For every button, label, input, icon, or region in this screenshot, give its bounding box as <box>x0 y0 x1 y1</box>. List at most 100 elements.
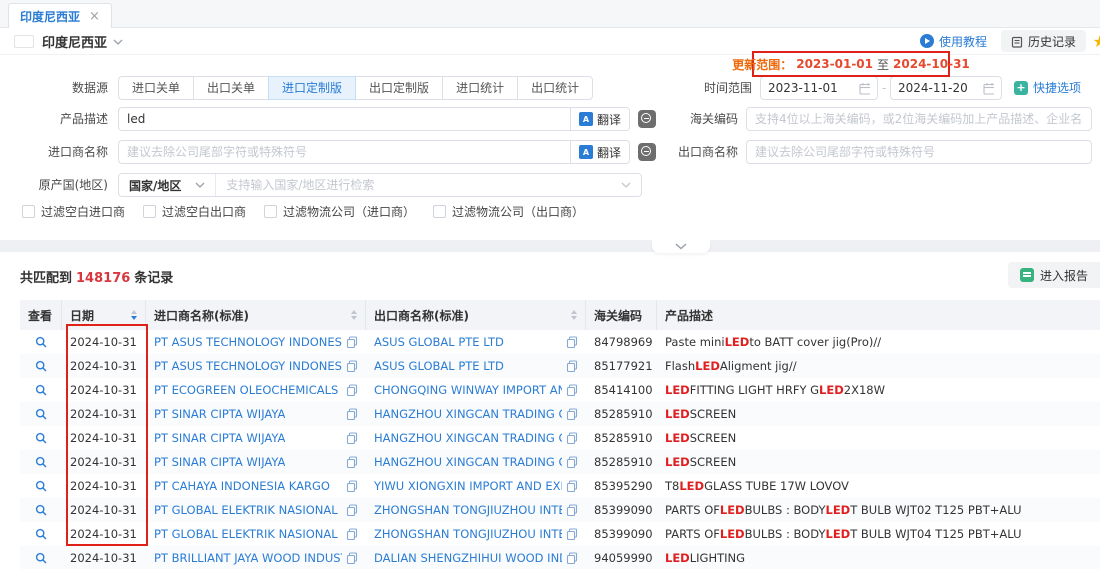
exporter-link-text[interactable]: HANGZHOU XINGCAN TRADING CO LTD <box>374 407 562 421</box>
product-desc-input[interactable] <box>119 108 570 130</box>
customs-code-input[interactable] <box>747 108 1091 130</box>
copy-icon[interactable] <box>566 432 578 444</box>
search-icon[interactable] <box>35 384 48 397</box>
importer-link[interactable]: PT SINAR CIPTA WIJAYA <box>146 450 366 474</box>
copy-icon[interactable] <box>346 456 358 468</box>
enter-report-button[interactable]: 进入报告 <box>1008 262 1100 288</box>
copy-icon[interactable] <box>566 480 578 492</box>
exporter-link[interactable]: ASUS GLOBAL PTE LTD <box>366 330 586 354</box>
copy-icon[interactable] <box>346 432 358 444</box>
view-record-button[interactable] <box>20 378 62 402</box>
origin-select[interactable]: 国家/地区 <box>119 174 216 196</box>
exporter-link[interactable]: ZHONGSHAN TONGJIUZHOU INTERNA... <box>366 498 586 522</box>
sort-carets-icon[interactable] <box>125 310 137 320</box>
view-record-button[interactable] <box>20 498 62 522</box>
view-record-button[interactable] <box>20 354 62 378</box>
copy-icon[interactable] <box>566 504 578 516</box>
search-icon[interactable] <box>35 504 48 517</box>
view-record-button[interactable] <box>20 402 62 426</box>
copy-icon[interactable] <box>346 552 358 564</box>
exact-match-toggle-icon[interactable] <box>638 143 656 161</box>
copy-icon[interactable] <box>346 480 358 492</box>
importer-input[interactable] <box>119 141 570 163</box>
exporter-link[interactable]: CHONGQING WINWAY IMPORT AND E... <box>366 378 586 402</box>
copy-icon[interactable] <box>566 360 578 372</box>
copy-icon[interactable] <box>346 360 358 372</box>
importer-link[interactable]: PT ASUS TECHNOLOGY INDONESIA BA... <box>146 330 366 354</box>
copy-icon[interactable] <box>566 456 578 468</box>
sort-carets-icon[interactable] <box>565 310 577 320</box>
exporter-link-text[interactable]: ASUS GLOBAL PTE LTD <box>374 335 504 349</box>
data-source-tab-5[interactable]: 出口统计 <box>517 76 593 100</box>
copy-icon[interactable] <box>346 408 358 420</box>
column-header-3[interactable]: 出口商名称(标准) <box>366 300 586 330</box>
importer-link-text[interactable]: PT SINAR CIPTA WIJAYA <box>154 407 285 421</box>
exporter-input[interactable] <box>747 141 1091 163</box>
copy-icon[interactable] <box>346 504 358 516</box>
importer-link-text[interactable]: PT ASUS TECHNOLOGY INDONESIA BA... <box>154 335 342 349</box>
view-record-button[interactable] <box>20 546 62 569</box>
column-header-1[interactable]: 日期 <box>62 300 146 330</box>
exporter-link-text[interactable]: YIWU XIONGXIN IMPORT AND EXPORT... <box>374 479 562 493</box>
importer-link-text[interactable]: PT CAHAYA INDONESIA KARGO <box>154 479 330 493</box>
importer-link[interactable]: PT GLOBAL ELEKTRIK NASIONAL <box>146 522 366 546</box>
copy-icon[interactable] <box>346 384 358 396</box>
exporter-link-text[interactable]: CHONGQING WINWAY IMPORT AND E... <box>374 383 562 397</box>
importer-link[interactable]: PT BRILLIANT JAYA WOOD INDUSTRY <box>146 546 366 569</box>
exporter-link-text[interactable]: HANGZHOU XINGCAN TRADING CO LTD <box>374 431 562 445</box>
checkbox-icon[interactable] <box>143 205 156 218</box>
tab-indonesia[interactable]: 印度尼西亚 × <box>8 3 112 28</box>
search-icon[interactable] <box>35 408 48 421</box>
importer-link-text[interactable]: PT GLOBAL ELEKTRIK NASIONAL <box>154 527 338 541</box>
copy-icon[interactable] <box>346 528 358 540</box>
translate-button[interactable]: A 翻译 <box>570 141 629 163</box>
checkbox-icon[interactable] <box>433 205 446 218</box>
importer-link[interactable]: PT ASUS TECHNOLOGY INDONESIA BA... <box>146 354 366 378</box>
importer-link-text[interactable]: PT SINAR CIPTA WIJAYA <box>154 455 285 469</box>
end-date-input[interactable] <box>890 76 1002 100</box>
view-record-button[interactable] <box>20 330 62 354</box>
tutorial-link[interactable]: 使用教程 <box>920 33 987 50</box>
exporter-link[interactable]: HANGZHOU XINGCAN TRADING CO LTD <box>366 426 586 450</box>
importer-link[interactable]: PT SINAR CIPTA WIJAYA <box>146 426 366 450</box>
sort-carets-icon[interactable] <box>345 310 357 320</box>
exporter-link[interactable]: HANGZHOU XINGCAN TRADING CO LTD <box>366 402 586 426</box>
data-source-tab-1[interactable]: 出口关单 <box>193 76 269 100</box>
importer-link-text[interactable]: PT BRILLIANT JAYA WOOD INDUSTRY <box>154 551 342 565</box>
search-icon[interactable] <box>35 528 48 541</box>
copy-icon[interactable] <box>566 552 578 564</box>
filter-checkbox-3[interactable]: 过滤物流公司（出口商） <box>433 203 584 220</box>
search-icon[interactable] <box>35 552 48 565</box>
filter-checkbox-0[interactable]: 过滤空白进口商 <box>22 203 125 220</box>
data-source-tab-2[interactable]: 进口定制版 <box>268 76 356 100</box>
importer-link[interactable]: PT CAHAYA INDONESIA KARGO <box>146 474 366 498</box>
exporter-link[interactable]: YIWU XIONGXIN IMPORT AND EXPORT... <box>366 474 586 498</box>
copy-icon[interactable] <box>566 336 578 348</box>
exporter-link[interactable]: DALIAN SHENGZHIHUI WOOD INDUST... <box>366 546 586 569</box>
exporter-link-text[interactable]: ZHONGSHAN TONGJIUZHOU INTERNA... <box>374 503 562 517</box>
importer-link[interactable]: PT GLOBAL ELEKTRIK NASIONAL <box>146 498 366 522</box>
start-date-input[interactable] <box>760 76 878 100</box>
copy-icon[interactable] <box>566 528 578 540</box>
view-record-button[interactable] <box>20 522 62 546</box>
origin-search-input[interactable] <box>216 174 611 196</box>
exporter-link-text[interactable]: HANGZHOU XINGCAN TRADING CO LTD <box>374 455 562 469</box>
importer-link-text[interactable]: PT ASUS TECHNOLOGY INDONESIA BA... <box>154 359 342 373</box>
data-source-tab-3[interactable]: 出口定制版 <box>355 76 443 100</box>
exporter-link[interactable]: HANGZHOU XINGCAN TRADING CO LTD <box>366 450 586 474</box>
view-record-button[interactable] <box>20 426 62 450</box>
collapse-form-handle[interactable] <box>652 240 710 253</box>
filter-checkbox-1[interactable]: 过滤空白出口商 <box>143 203 246 220</box>
exporter-link[interactable]: ASUS GLOBAL PTE LTD <box>366 354 586 378</box>
checkbox-icon[interactable] <box>264 205 277 218</box>
importer-link-text[interactable]: PT ECOGREEN OLEOCHEMICALS <box>154 383 338 397</box>
exporter-link-text[interactable]: DALIAN SHENGZHIHUI WOOD INDUST... <box>374 551 562 565</box>
copy-icon[interactable] <box>346 336 358 348</box>
search-icon[interactable] <box>35 432 48 445</box>
view-record-button[interactable] <box>20 450 62 474</box>
search-icon[interactable] <box>35 360 48 373</box>
view-record-button[interactable] <box>20 474 62 498</box>
quick-options-link[interactable]: + 快捷选项 <box>1014 76 1081 100</box>
filter-checkbox-2[interactable]: 过滤物流公司（进口商） <box>264 203 415 220</box>
copy-icon[interactable] <box>566 408 578 420</box>
